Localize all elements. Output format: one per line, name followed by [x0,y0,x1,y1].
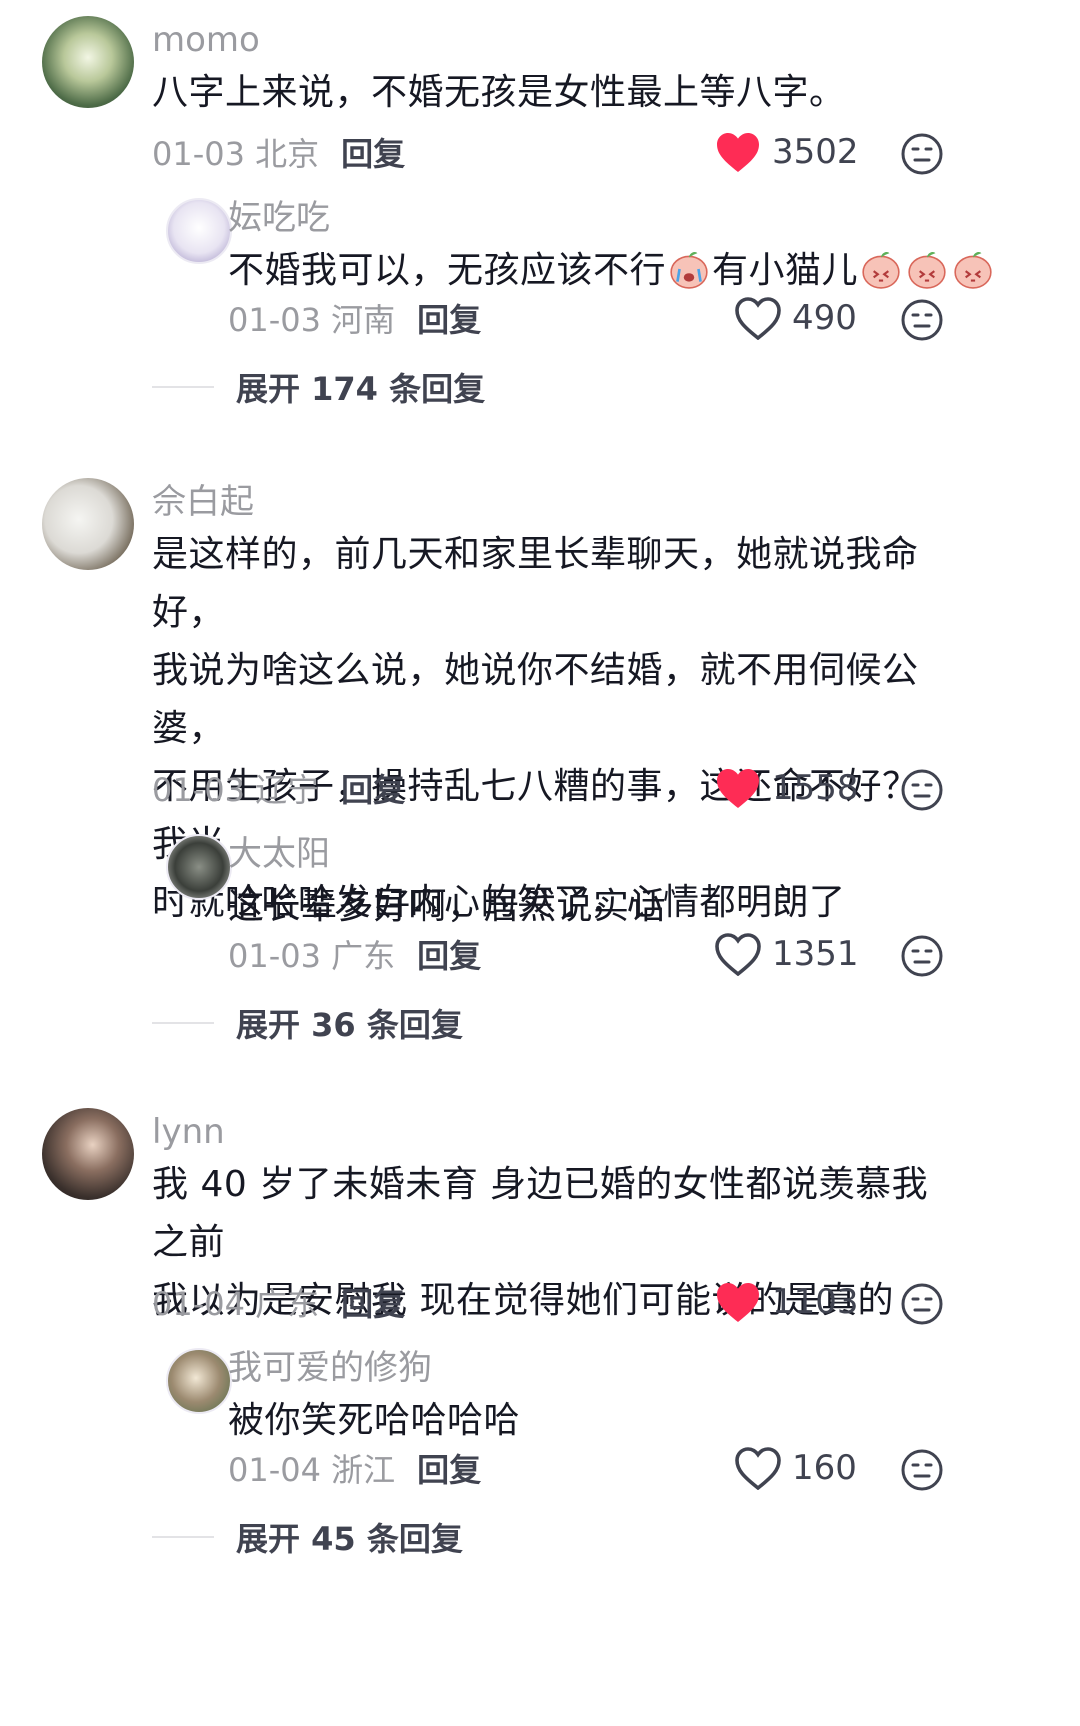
heart-filled-icon[interactable] [714,130,772,174]
reply-button[interactable]: 回复 [341,771,405,809]
reply-button[interactable]: 回复 [417,301,481,339]
comment-username[interactable]: lynn [152,1112,225,1152]
like-button[interactable]: 3502 [714,130,859,174]
divider-line [152,1536,214,1538]
expand-replies-button[interactable]: 展开 45 条回复 [152,1514,463,1560]
reply-location: 广东 [331,937,396,975]
comment-text-line: 我说为啥这么说，她说你不结婚，就不用伺候公婆， [152,650,919,749]
dislike-icon[interactable] [900,132,944,176]
like-count: 1103 [772,1282,859,1322]
comment-username[interactable]: 佘白起 [152,482,254,522]
dislike-icon[interactable] [900,1282,944,1326]
reply-username[interactable]: 妘吃吃 [228,198,330,238]
reply-button[interactable]: 回复 [341,1285,405,1323]
expand-replies-button[interactable]: 展开 174 条回复 [152,364,485,410]
dislike-icon[interactable] [900,298,944,342]
expand-replies-label[interactable]: 展开 45 条回复 [236,1514,463,1560]
reply-username[interactable]: 大太阳 [228,834,330,874]
reply-text: 不婚我可以，无孩应该不行 有小猫儿 [228,242,996,300]
reply-text-tail: 有小猫儿 [712,250,859,291]
reply-meta: 01-04 浙江 回复 [228,1450,481,1490]
reply-text-main: 不婚我可以，无孩应该不行 [228,250,667,291]
avatar[interactable] [166,198,232,264]
heart-outline-icon[interactable] [734,1446,792,1490]
reply-date: 01-04 [228,1451,321,1489]
reply-text-main: 被你笑死哈哈哈哈 [228,1400,521,1441]
heart-filled-icon[interactable] [714,1280,772,1324]
reply-date: 01-03 [228,937,321,975]
comment-date: 01-03 [152,771,245,809]
reply-location: 浙江 [331,1451,396,1489]
expand-replies-label[interactable]: 展开 36 条回复 [236,1000,463,1046]
comment-text-line: 我 40 岁了未婚未育 身边已婚的女性都说羡慕我 之前 [152,1164,929,1263]
like-button[interactable]: 1558 [714,766,859,810]
like-button[interactable]: 1351 [714,932,859,976]
peach-emoji [954,251,992,289]
heart-outline-icon[interactable] [714,932,772,976]
like-count: 3502 [772,132,859,172]
reply-button[interactable]: 回复 [341,135,405,173]
reply-username[interactable]: 我可爱的修狗 [228,1348,432,1388]
comment-username[interactable]: momo [152,20,260,60]
reply-text: 这长辈多好啊，居然说实话 [228,878,666,936]
heart-filled-icon[interactable] [714,766,772,810]
like-count: 1558 [772,768,859,808]
dislike-icon[interactable] [900,934,944,978]
dislike-icon[interactable] [900,768,944,812]
comment-text: 八字上来说，不婚无孩是女性最上等八字。 [152,64,952,122]
avatar[interactable] [42,16,134,108]
like-count: 160 [792,1448,857,1488]
avatar[interactable] [166,834,232,900]
reply-text: 被你笑死哈哈哈哈 [228,1392,520,1450]
comment-text-line: 是这样的，前几天和家里长辈聊天，她就说我命好， [152,534,919,633]
avatar[interactable] [42,478,134,570]
divider-line [152,1022,214,1024]
like-button[interactable]: 490 [734,296,857,340]
dislike-icon[interactable] [900,1448,944,1492]
reply-location: 河南 [331,301,396,339]
like-button[interactable]: 1103 [714,1280,859,1324]
like-count: 490 [792,298,857,338]
peach-emoji [908,251,946,289]
expand-replies-label[interactable]: 展开 174 条回复 [236,364,485,410]
comment-date: 01-03 [152,135,245,173]
avatar[interactable] [42,1108,134,1200]
comment-location: 广东 [255,1285,320,1323]
comment-date: 01-04 [152,1285,245,1323]
reply-date: 01-03 [228,301,321,339]
like-button[interactable]: 160 [734,1446,857,1490]
comment-meta: 01-03 北京 回复 [152,134,405,174]
reply-meta: 01-03 河南 回复 [228,300,481,340]
heart-outline-icon[interactable] [734,296,792,340]
like-count: 1351 [772,934,859,974]
expand-replies-button[interactable]: 展开 36 条回复 [152,1000,463,1046]
comment-location: 北京 [255,135,320,173]
divider-line [152,386,214,388]
crying-face-emoji [670,251,708,289]
avatar[interactable] [166,1348,232,1414]
comment-text-line: 八字上来说，不婚无孩是女性最上等八字。 [152,72,846,113]
comment-meta: 01-03 辽宁 回复 [152,770,405,810]
peach-emoji [862,251,900,289]
reply-text-main: 这长辈多好啊，居然说实话 [228,886,667,927]
comment-meta: 01-04 广东 回复 [152,1284,405,1324]
reply-button[interactable]: 回复 [417,1451,481,1489]
reply-meta: 01-03 广东 回复 [228,936,481,976]
reply-button[interactable]: 回复 [417,937,481,975]
comment-location: 辽宁 [255,771,320,809]
